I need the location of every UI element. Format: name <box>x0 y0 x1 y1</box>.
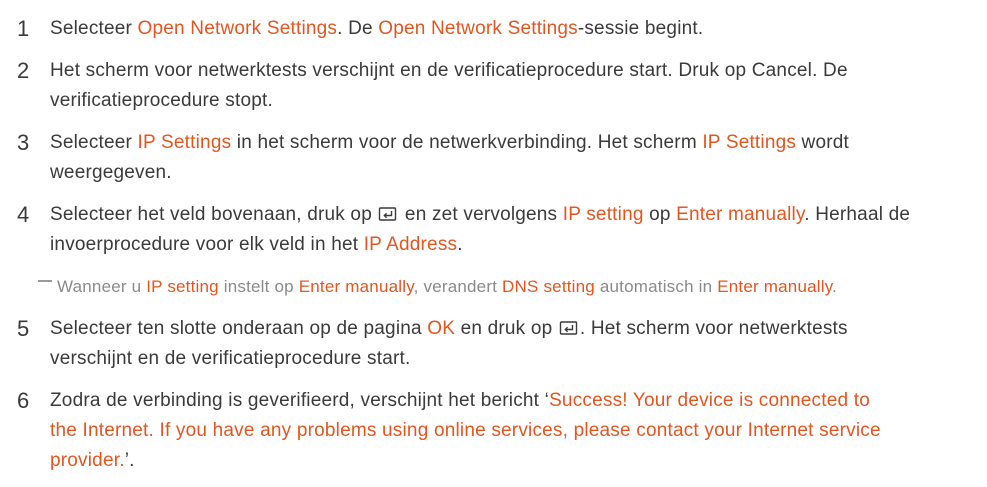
note-marker <box>38 280 52 282</box>
step-text: Selecteer ten slotte onderaan op de pagi… <box>50 318 428 339</box>
enter-key-icon <box>379 207 397 221</box>
step-body: Selecteer Open Network Settings. De Open… <box>50 14 987 44</box>
step-body: Selecteer ten slotte onderaan op de pagi… <box>50 314 987 374</box>
highlighted-term: IP Settings <box>702 132 797 153</box>
step-text: . Het scherm voor netwerktests <box>579 318 848 339</box>
step-text: . Herhaal de <box>804 204 911 225</box>
enter-key-icon <box>559 321 578 335</box>
step-line: verificatieprocedure stopt. <box>50 86 987 116</box>
highlighted-term: Enter manually <box>676 204 805 225</box>
note-segment: instelt op <box>218 277 299 296</box>
step-line: Selecteer ten slotte onderaan op de pagi… <box>50 314 987 344</box>
highlighted-term: OK <box>427 318 456 339</box>
step-4: 4 Selecteer het veld bovenaan, druk op e… <box>0 200 987 260</box>
step-line: Selecteer Open Network Settings. De Open… <box>50 14 987 44</box>
step-5: 5 Selecteer ten slotte onderaan op de pa… <box>0 314 987 374</box>
highlighted-term: IP setting <box>562 204 644 225</box>
note-segment: . <box>832 277 838 296</box>
highlighted-term: IP setting <box>146 277 219 296</box>
step-text: Zodra de verbinding is geverifieerd, ver… <box>50 390 550 411</box>
highlighted-term: provider. <box>50 450 125 471</box>
note-segment: , verandert <box>413 277 503 296</box>
highlighted-term: Open Network Settings <box>137 18 338 39</box>
step-2: 2 Het scherm voor netwerktests verschijn… <box>0 56 987 116</box>
step-text: verschijnt en de verificatieprocedure st… <box>50 348 411 369</box>
step-text: Het scherm voor netwerktests verschijnt … <box>50 60 848 81</box>
step-body: Het scherm voor netwerktests verschijnt … <box>50 56 987 116</box>
step-line: provider.’. <box>50 446 987 476</box>
step-body: Selecteer het veld bovenaan, druk op en … <box>50 200 987 260</box>
note-segment: automatisch in <box>594 277 718 296</box>
step-text: Selecteer <box>50 132 138 153</box>
highlighted-term: IP Address <box>363 234 458 255</box>
note-text: Wanneer u IP setting instelt op Enter ma… <box>57 272 837 302</box>
step-text: verificatieprocedure stopt. <box>50 90 273 111</box>
step-text: . <box>457 234 463 255</box>
step-text: wordt <box>796 132 850 153</box>
step-text: Selecteer het veld bovenaan, druk op <box>50 204 378 225</box>
step-line: verschijnt en de verificatieprocedure st… <box>50 344 987 374</box>
step-6: 6 Zodra de verbinding is geverifieerd, v… <box>0 386 987 476</box>
highlighted-term: Enter manually <box>298 277 414 296</box>
step-text: en zet vervolgens <box>399 204 563 225</box>
note: Wanneer u IP setting instelt op Enter ma… <box>0 272 987 302</box>
step-body: Zodra de verbinding is geverifieerd, ver… <box>50 386 987 476</box>
step-number: 3 <box>17 130 30 155</box>
highlighted-term: Open Network Settings <box>378 18 578 39</box>
step-line: the Internet. If you have any problems u… <box>50 416 987 446</box>
step-text: in het scherm voor de netwerkverbinding.… <box>231 132 703 153</box>
highlighted-term: IP Settings <box>137 132 232 153</box>
highlighted-term: Enter manually <box>717 277 833 296</box>
note-segment: Wanneer u <box>57 277 147 296</box>
step-text: invoerprocedure voor elk veld in het <box>50 234 364 255</box>
step-text: weergegeven. <box>50 162 172 183</box>
highlighted-term: Success! Your device is connected to <box>549 390 870 411</box>
step-3: 3 Selecteer IP Settings in het scherm vo… <box>0 128 987 188</box>
step-line: Selecteer IP Settings in het scherm voor… <box>50 128 987 158</box>
step-text: op <box>643 204 677 225</box>
step-number: 6 <box>17 388 30 413</box>
step-text: . De <box>337 18 379 39</box>
step-body: Selecteer IP Settings in het scherm voor… <box>50 128 987 188</box>
highlighted-term: DNS setting <box>502 277 595 296</box>
step-line: invoerprocedure voor elk veld in het IP … <box>50 230 987 260</box>
highlighted-term: the Internet. If you have any problems u… <box>50 420 881 441</box>
step-number: 4 <box>17 202 30 227</box>
step-line: Zodra de verbinding is geverifieerd, ver… <box>50 386 987 416</box>
step-number: 5 <box>17 316 30 341</box>
step-text: ’. <box>124 450 135 471</box>
step-1: 1 Selecteer Open Network Settings. De Op… <box>0 14 987 44</box>
step-line: Selecteer het veld bovenaan, druk op en … <box>50 200 987 230</box>
step-text: -sessie begint. <box>577 18 704 39</box>
step-text: Selecteer <box>50 18 138 39</box>
manual-page: 1 Selecteer Open Network Settings. De Op… <box>0 0 987 487</box>
step-line: weergegeven. <box>50 158 987 188</box>
step-text: en druk op <box>455 318 558 339</box>
step-line: Het scherm voor netwerktests verschijnt … <box>50 56 987 86</box>
step-number: 1 <box>17 16 30 41</box>
step-number: 2 <box>17 58 30 83</box>
